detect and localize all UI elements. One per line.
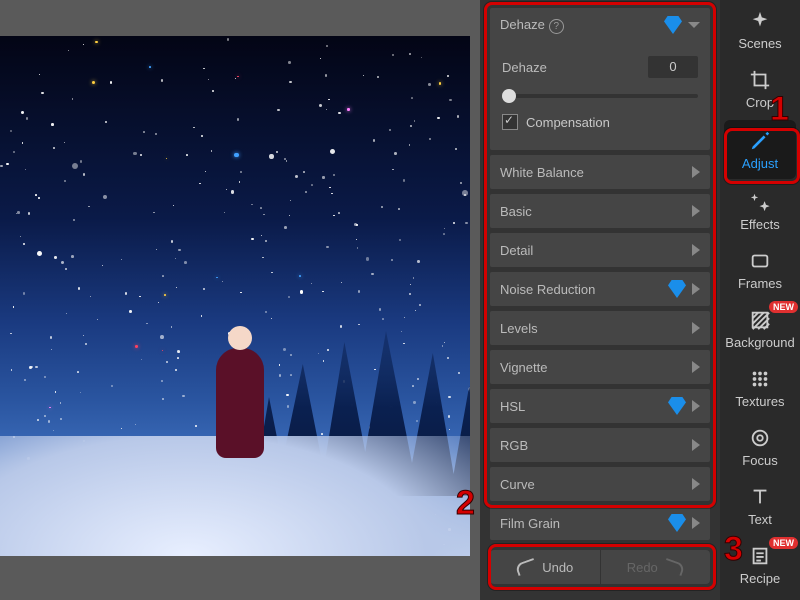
target-icon <box>749 427 771 449</box>
chevron-left-icon[interactable] <box>692 517 700 529</box>
panel-basic[interactable]: Basic <box>490 194 710 228</box>
panel-film-grain[interactable]: Film Grain <box>490 506 710 540</box>
new-badge: NEW <box>769 301 798 313</box>
tool-label: Effects <box>720 217 800 232</box>
chevron-left-icon[interactable] <box>692 361 700 373</box>
help-icon[interactable]: ? <box>549 19 564 34</box>
panel-curve[interactable]: Curve <box>490 467 710 501</box>
chevron-left-icon[interactable] <box>692 166 700 178</box>
chevron-left-icon[interactable] <box>692 478 700 490</box>
panel-dehaze[interactable]: Dehaze? Dehaze 0 Compensation <box>490 8 710 150</box>
tool-text[interactable]: Text <box>720 476 800 535</box>
chevron-left-icon[interactable] <box>692 322 700 334</box>
panel-item-label: Detail <box>500 243 692 258</box>
panel-item-label: White Balance <box>500 165 692 180</box>
diamond-icon <box>668 514 686 532</box>
panel-item-label: Film Grain <box>500 516 668 531</box>
dehaze-value[interactable]: 0 <box>648 56 698 78</box>
panel-hsl[interactable]: HSL <box>490 389 710 423</box>
new-badge: NEW <box>769 537 798 549</box>
panel-item-label: Levels <box>500 321 692 336</box>
tool-effects[interactable]: Effects <box>720 181 800 240</box>
tool-recipe[interactable]: NEW Recipe <box>720 535 800 594</box>
redo-button[interactable]: Redo <box>601 550 711 584</box>
tool-label: Recipe <box>720 571 800 586</box>
panel-item-label: Curve <box>500 477 692 492</box>
pencil-icon <box>749 130 771 152</box>
panel-detail[interactable]: Detail <box>490 233 710 267</box>
artwork-figure <box>210 326 270 486</box>
image-canvas[interactable] <box>0 36 470 556</box>
panel-item-label: HSL <box>500 399 668 414</box>
tool-strip: Scenes Crop Adjust Effects Frames NEW Backgrou… <box>720 0 800 600</box>
tool-crop[interactable]: Crop <box>720 59 800 118</box>
tool-scenes[interactable]: Scenes <box>720 0 800 59</box>
tool-label: Focus <box>720 453 800 468</box>
adjust-panel-list: Dehaze? Dehaze 0 Compensation White <box>486 4 714 530</box>
tool-label: Crop <box>720 95 800 110</box>
tool-label: Background <box>720 335 800 350</box>
tool-label: Textures <box>720 394 800 409</box>
chevron-left-icon[interactable] <box>692 439 700 451</box>
chevron-left-icon[interactable] <box>692 244 700 256</box>
panel-noise-reduction[interactable]: Noise Reduction <box>490 272 710 306</box>
diamond-icon <box>668 280 686 298</box>
panel-dehaze-body: Dehaze 0 Compensation <box>490 42 710 150</box>
compensation-checkbox[interactable] <box>502 114 518 130</box>
dehaze-slider[interactable] <box>502 94 698 98</box>
tool-label: Frames <box>720 276 800 291</box>
chevron-left-icon[interactable] <box>692 400 700 412</box>
tool-textures[interactable]: Textures <box>720 358 800 417</box>
panel-item-label: Noise Reduction <box>500 282 668 297</box>
tool-label: Scenes <box>720 36 800 51</box>
adjust-panel: Dehaze? Dehaze 0 Compensation White <box>480 0 720 600</box>
panel-dehaze-label: Dehaze? <box>500 17 664 34</box>
dehaze-param-label: Dehaze <box>502 60 648 75</box>
chevron-down-icon[interactable] <box>688 22 700 28</box>
tool-background[interactable]: NEW Background <box>720 299 800 358</box>
tool-adjust[interactable]: Adjust <box>724 120 796 179</box>
panel-item-label: Basic <box>500 204 692 219</box>
diamond-icon <box>668 397 686 415</box>
text-icon <box>749 486 771 508</box>
dots-icon <box>749 368 771 390</box>
undo-redo-bar: Undo Redo <box>490 550 710 584</box>
undo-button[interactable]: Undo <box>490 550 601 584</box>
chevron-left-icon[interactable] <box>692 205 700 217</box>
tool-label: Text <box>720 512 800 527</box>
rect-icon <box>749 250 771 272</box>
undo-icon <box>515 558 538 576</box>
crop-icon <box>749 69 771 91</box>
panel-item-label: RGB <box>500 438 692 453</box>
panel-white-balance[interactable]: White Balance <box>490 155 710 189</box>
compensation-label: Compensation <box>526 115 610 130</box>
hatch-icon <box>749 309 771 331</box>
tool-label: Adjust <box>724 156 796 171</box>
dehaze-slider-thumb[interactable] <box>502 89 516 103</box>
list-icon <box>749 545 771 567</box>
diamond-icon <box>664 16 682 34</box>
redo-icon <box>662 558 685 576</box>
chevron-left-icon[interactable] <box>692 283 700 295</box>
tool-focus[interactable]: Focus <box>720 417 800 476</box>
panel-item-label: Vignette <box>500 360 692 375</box>
panel-rgb[interactable]: RGB <box>490 428 710 462</box>
tool-frames[interactable]: Frames <box>720 240 800 299</box>
sparkle-icon <box>749 10 771 32</box>
sparkles-icon <box>749 191 771 213</box>
panel-levels[interactable]: Levels <box>490 311 710 345</box>
panel-vignette[interactable]: Vignette <box>490 350 710 384</box>
